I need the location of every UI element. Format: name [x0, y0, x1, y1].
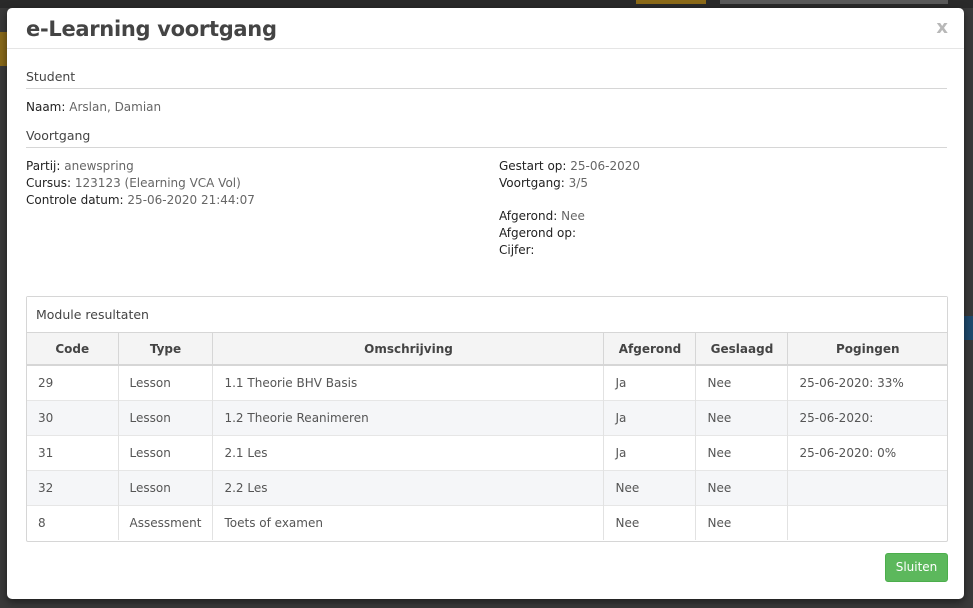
- name-label: Naam:: [26, 100, 66, 114]
- table-row[interactable]: 8 Assessment Toets of examen Nee Nee: [27, 504, 947, 540]
- gestart-row: Gestart op: 25-06-2020: [499, 158, 799, 175]
- cell-geslaagd: Nee: [695, 469, 789, 505]
- partij-value: anewspring: [64, 159, 134, 173]
- partij-label: Partij:: [26, 159, 61, 173]
- table-header-row: Code Type Omschrijving Afgerond Geslaagd…: [27, 333, 947, 366]
- cell-type: Lesson: [118, 399, 214, 435]
- column-header-omschrijving[interactable]: Omschrijving: [212, 333, 605, 366]
- controle-label: Controle datum:: [26, 193, 124, 207]
- cursus-value: 123123 (Elearning VCA Vol): [74, 176, 241, 190]
- cell-type: Assessment: [118, 504, 214, 540]
- modal-body: Student Naam: Arslan, Damian Voortgang P…: [7, 49, 964, 270]
- cijfer-row: Cijfer:: [499, 242, 799, 259]
- background-sidebar-tab: [964, 316, 973, 340]
- afgerond-op-row: Afgerond op:: [499, 225, 799, 242]
- voortgang-label: Voortgang:: [499, 176, 565, 190]
- cell-pogingen: 25-06-2020: 0%: [787, 434, 947, 470]
- background-button: [636, 0, 706, 4]
- student-section-title: Student: [26, 69, 947, 89]
- cell-type: Lesson: [118, 364, 214, 400]
- cell-omschrijving: 1.1 Theorie BHV Basis: [212, 364, 605, 400]
- modal-title: e-Learning voortgang: [26, 17, 277, 41]
- table-row[interactable]: 29 Lesson 1.1 Theorie BHV Basis Ja Nee 2…: [27, 364, 947, 400]
- table-row[interactable]: 32 Lesson 2.2 Les Nee Nee: [27, 469, 947, 505]
- modal-header: e-Learning voortgang x: [7, 8, 964, 49]
- cell-afgerond: Ja: [603, 434, 697, 470]
- progress-left-column: Partij: anewspring Cursus: 123123 (Elear…: [26, 158, 496, 209]
- voortgang-value: 3/5: [568, 176, 588, 190]
- cell-afgerond: Nee: [603, 504, 697, 540]
- cell-afgerond: Nee: [603, 469, 697, 505]
- cell-pogingen: [787, 469, 947, 505]
- cell-pogingen: [787, 504, 947, 540]
- column-header-code[interactable]: Code: [27, 333, 119, 366]
- column-header-pogingen[interactable]: Pogingen: [787, 333, 947, 366]
- background-field: [720, 0, 948, 4]
- afgerond-op-label: Afgerond op:: [499, 226, 577, 240]
- cursus-label: Cursus:: [26, 176, 72, 190]
- table-row[interactable]: 30 Lesson 1.2 Theorie Reanimeren Ja Nee …: [27, 399, 947, 435]
- table-row[interactable]: 31 Lesson 2.1 Les Ja Nee 25-06-2020: 0%: [27, 434, 947, 470]
- progress-details: Partij: anewspring Cursus: 123123 (Elear…: [26, 158, 947, 270]
- cell-pogingen: 25-06-2020:: [787, 399, 947, 435]
- controle-value: 25-06-2020 21:44:07: [127, 193, 255, 207]
- sluiten-button[interactable]: Sluiten: [885, 553, 948, 582]
- cell-geslaagd: Nee: [695, 434, 789, 470]
- cell-omschrijving: 2.1 Les: [212, 434, 605, 470]
- cell-geslaagd: Nee: [695, 504, 789, 540]
- cell-omschrijving: 1.2 Theorie Reanimeren: [212, 399, 605, 435]
- cell-pogingen: 25-06-2020: 33%: [787, 364, 947, 400]
- progress-section-title: Voortgang: [26, 128, 947, 148]
- voortgang-row: Voortgang: 3/5: [499, 175, 799, 192]
- afgerond-label: Afgerond:: [499, 209, 558, 223]
- cursus-row: Cursus: 123123 (Elearning VCA Vol): [26, 175, 496, 192]
- controle-row: Controle datum: 25-06-2020 21:44:07: [26, 192, 496, 209]
- progress-right-column: Gestart op: 25-06-2020 Voortgang: 3/5 Af…: [499, 158, 799, 259]
- cell-geslaagd: Nee: [695, 399, 789, 435]
- student-name-row: Naam: Arslan, Damian: [26, 99, 947, 116]
- name-value: Arslan, Damian: [69, 100, 162, 114]
- module-results-title: Module resultaten: [27, 297, 947, 333]
- cell-type: Lesson: [118, 469, 214, 505]
- cell-afgerond: Ja: [603, 399, 697, 435]
- cell-afgerond: Ja: [603, 364, 697, 400]
- cell-code: 29: [27, 364, 119, 400]
- cell-omschrijving: Toets of examen: [212, 504, 605, 540]
- cell-geslaagd: Nee: [695, 364, 789, 400]
- progress-modal: e-Learning voortgang x Student Naam: Ars…: [7, 8, 964, 599]
- module-results-table: Code Type Omschrijving Afgerond Geslaagd…: [27, 333, 947, 540]
- column-header-type[interactable]: Type: [118, 333, 214, 366]
- cell-omschrijving: 2.2 Les: [212, 469, 605, 505]
- afgerond-value: Nee: [561, 209, 585, 223]
- column-header-geslaagd[interactable]: Geslaagd: [695, 333, 789, 366]
- cell-code: 31: [27, 434, 119, 470]
- gestart-value: 25-06-2020: [570, 159, 641, 173]
- column-header-afgerond[interactable]: Afgerond: [603, 333, 697, 366]
- cell-code: 30: [27, 399, 119, 435]
- cell-type: Lesson: [118, 434, 214, 470]
- afgerond-row: Afgerond: Nee: [499, 208, 799, 225]
- cell-code: 8: [27, 504, 119, 540]
- close-icon[interactable]: x: [936, 18, 948, 38]
- module-results-panel: Module resultaten Code Type Omschrijving…: [26, 296, 948, 542]
- cell-code: 32: [27, 469, 119, 505]
- partij-row: Partij: anewspring: [26, 158, 496, 175]
- cijfer-label: Cijfer:: [499, 243, 535, 257]
- gestart-label: Gestart op:: [499, 159, 567, 173]
